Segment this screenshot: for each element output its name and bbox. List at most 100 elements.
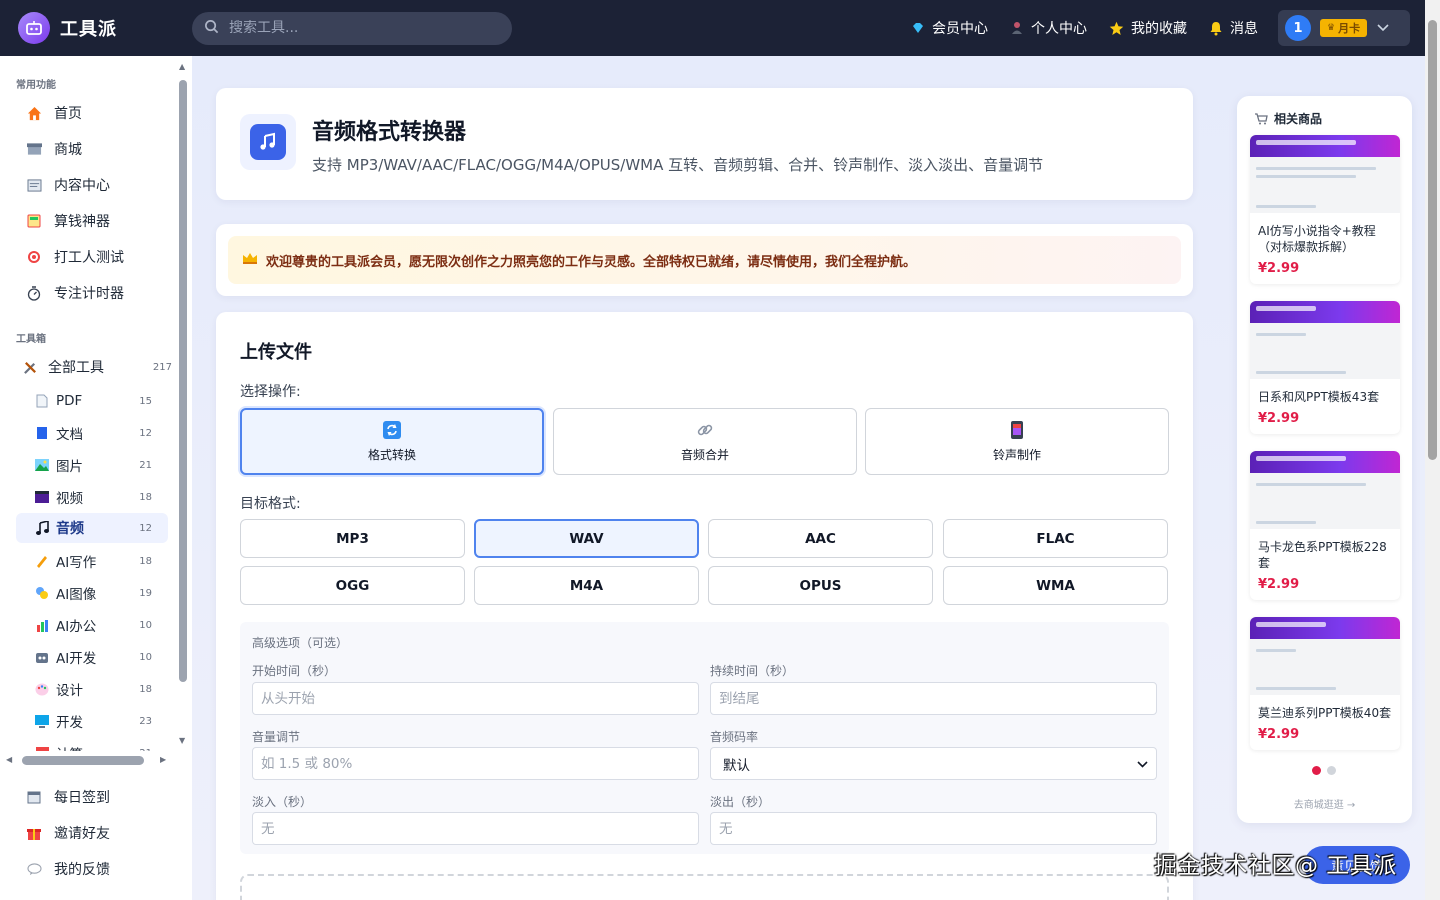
doc-icon <box>32 426 52 440</box>
volume-label: 音量调节 <box>252 730 301 744</box>
op-ringtone-button[interactable]: 铃声制作 <box>865 408 1169 475</box>
format-wma-button[interactable]: WMA <box>943 566 1168 605</box>
product-name: 马卡龙色系PPT模板228套 <box>1258 540 1387 570</box>
sidebar-item-content-center[interactable]: 内容中心 <box>16 170 168 200</box>
welcome-banner: 欢迎尊贵的工具派会员，愿无限次创作之力照亮您的工作与灵感。全部特权已就绪，请尽情… <box>228 236 1181 284</box>
product-card[interactable]: 莫兰迪系列PPT模板40套 ¥2.99 <box>1250 617 1400 750</box>
format-m4a-button[interactable]: M4A <box>474 566 699 605</box>
computer-icon <box>32 714 52 728</box>
sidebar-item-home[interactable]: 首页 <box>16 98 168 128</box>
nav-messages[interactable]: 消息 <box>1209 18 1258 38</box>
duration-label: 持续时间（秒） <box>710 664 795 678</box>
diamond-icon <box>911 21 925 35</box>
sidebar-item-doc[interactable]: 文档 12 <box>28 419 168 447</box>
sidebar-item-design[interactable]: 设计 18 <box>28 675 168 703</box>
start-time-input[interactable] <box>252 682 699 715</box>
page-description: 支持 MP3/WAV/AAC/FLAC/OGG/M4A/OPUS/WMA 互转、… <box>312 156 1044 174</box>
sidebar-item-audio[interactable]: 音频 12 <box>16 513 168 543</box>
product-name: 日系和风PPT模板43套 <box>1258 390 1380 404</box>
watermark: 掘金技术社区@ 工具派 <box>1154 853 1397 879</box>
user-menu[interactable]: 1 ♛ 月卡 <box>1278 10 1410 46</box>
format-wav-button[interactable]: WAV <box>474 519 699 558</box>
product-thumbnail <box>1250 301 1400 379</box>
op-format-convert-button[interactable]: 格式转换 <box>240 408 544 475</box>
sidebar-item-my-feedback[interactable]: 我的反馈 <box>16 854 168 884</box>
sidebar-item-daily-checkin[interactable]: 每日签到 <box>16 782 168 812</box>
go-to-shop-link[interactable]: 去商城逛逛 → <box>1237 796 1412 811</box>
product-card[interactable]: AI仿写小说指令+教程（对标爆款拆解） ¥2.99 <box>1250 135 1400 284</box>
sidebar-item-money-calc[interactable]: 算钱神器 <box>16 206 168 236</box>
product-card[interactable]: 马卡龙色系PPT模板228套 ¥2.99 <box>1250 451 1400 600</box>
welcome-text: 欢迎尊贵的工具派会员，愿无限次创作之力照亮您的工作与灵感。全部特权已就绪，请尽情… <box>266 254 917 270</box>
ai-office-icon <box>32 619 52 632</box>
sidebar-item-all-tools[interactable]: 全部工具 217 <box>16 352 172 382</box>
sidebar-item-ai-dev[interactable]: AI开发 10 <box>28 643 168 671</box>
format-flac-button[interactable]: FLAC <box>943 519 1168 558</box>
product-price: ¥2.99 <box>1258 411 1300 426</box>
sidebar-item-pdf[interactable]: PDF 15 <box>28 387 168 415</box>
sidebar-item-image[interactable]: 图片 21 <box>28 451 168 479</box>
phone-icon <box>1010 420 1024 439</box>
page-scrollbar-thumb[interactable] <box>1428 20 1437 460</box>
home-icon <box>22 106 46 121</box>
content-icon <box>22 178 46 192</box>
product-thumbnail <box>1250 451 1400 529</box>
sidebar-item-worker-test[interactable]: 打工人测试 <box>16 242 168 272</box>
link-icon <box>696 421 714 439</box>
tool-header-card: 音频格式转换器 支持 MP3/WAV/AAC/FLAC/OGG/M4A/OPUS… <box>216 88 1193 200</box>
product-thumbnail <box>1250 617 1400 695</box>
sidebar-clip: 计算21 <box>0 739 176 751</box>
sidebar-scrollbar-vertical[interactable] <box>179 80 187 682</box>
fade-in-input[interactable] <box>252 812 699 845</box>
volume-input[interactable] <box>252 747 699 780</box>
nav-favorites[interactable]: 我的收藏 <box>1109 18 1187 38</box>
audio-tool-icon <box>240 114 296 170</box>
sidebar-item-ai-office[interactable]: AI办公 10 <box>28 611 168 639</box>
chevron-down-icon <box>1377 21 1389 36</box>
brand-logo[interactable]: 工具派 <box>18 12 192 44</box>
calc-icon <box>32 746 52 751</box>
advanced-title: 高级选项（可选） <box>252 636 349 650</box>
product-price: ¥2.99 <box>1258 577 1300 592</box>
sidebar-item-focus-timer[interactable]: 专注计时器 <box>16 278 168 308</box>
sidebar-item-dev[interactable]: 开发 23 <box>28 707 168 735</box>
timer-icon <box>22 285 46 301</box>
scroll-up-arrow[interactable]: ▲ <box>179 62 185 71</box>
carousel-dot-active[interactable] <box>1312 766 1321 775</box>
op-audio-merge-button[interactable]: 音频合并 <box>553 408 857 475</box>
search-bar[interactable] <box>192 11 512 45</box>
convert-icon <box>383 420 401 439</box>
fade-out-input[interactable] <box>710 812 1157 845</box>
sidebar-item-video[interactable]: 视频 18 <box>28 483 168 511</box>
bitrate-select[interactable]: 默认 <box>710 747 1157 780</box>
product-card[interactable]: 日系和风PPT模板43套 ¥2.99 <box>1250 301 1400 434</box>
file-drop-zone[interactable] <box>240 874 1169 900</box>
sidebar-item-ai-writing[interactable]: AI写作 18 <box>28 547 168 575</box>
format-ogg-button[interactable]: OGG <box>240 566 465 605</box>
search-input[interactable] <box>229 20 489 36</box>
scroll-down-arrow[interactable]: ▼ <box>179 736 185 745</box>
sidebar-scrollbar-horizontal[interactable] <box>22 756 144 765</box>
scroll-left-arrow[interactable]: ◀ <box>6 755 12 764</box>
nav-personal-center[interactable]: 个人中心 <box>1010 18 1087 38</box>
start-time-label: 开始时间（秒） <box>252 664 337 678</box>
calendar-icon <box>22 790 46 804</box>
scroll-right-arrow[interactable]: ▶ <box>160 755 166 764</box>
duration-input[interactable] <box>710 682 1157 715</box>
format-aac-button[interactable]: AAC <box>708 519 933 558</box>
sidebar-item-calc[interactable]: 计算21 <box>28 739 168 751</box>
crown-icon <box>242 252 258 268</box>
ai-dev-icon <box>32 651 52 664</box>
sidebar-item-shop[interactable]: 商城 <box>16 134 168 164</box>
plan-badge: ♛ 月卡 <box>1320 19 1368 37</box>
format-label: 目标格式: <box>240 496 301 512</box>
sidebar-item-ai-image[interactable]: AI图像 19 <box>28 579 168 607</box>
format-opus-button[interactable]: OPUS <box>708 566 933 605</box>
carousel-dot[interactable] <box>1327 766 1336 775</box>
page-scrollbar[interactable] <box>1425 0 1440 900</box>
format-mp3-button[interactable]: MP3 <box>240 519 465 558</box>
nav-vip-center[interactable]: 会员中心 <box>911 18 988 38</box>
sidebar-item-invite-friends[interactable]: 邀请好友 <box>16 818 168 848</box>
palette-icon <box>32 683 52 696</box>
carousel-dots <box>1312 766 1342 775</box>
